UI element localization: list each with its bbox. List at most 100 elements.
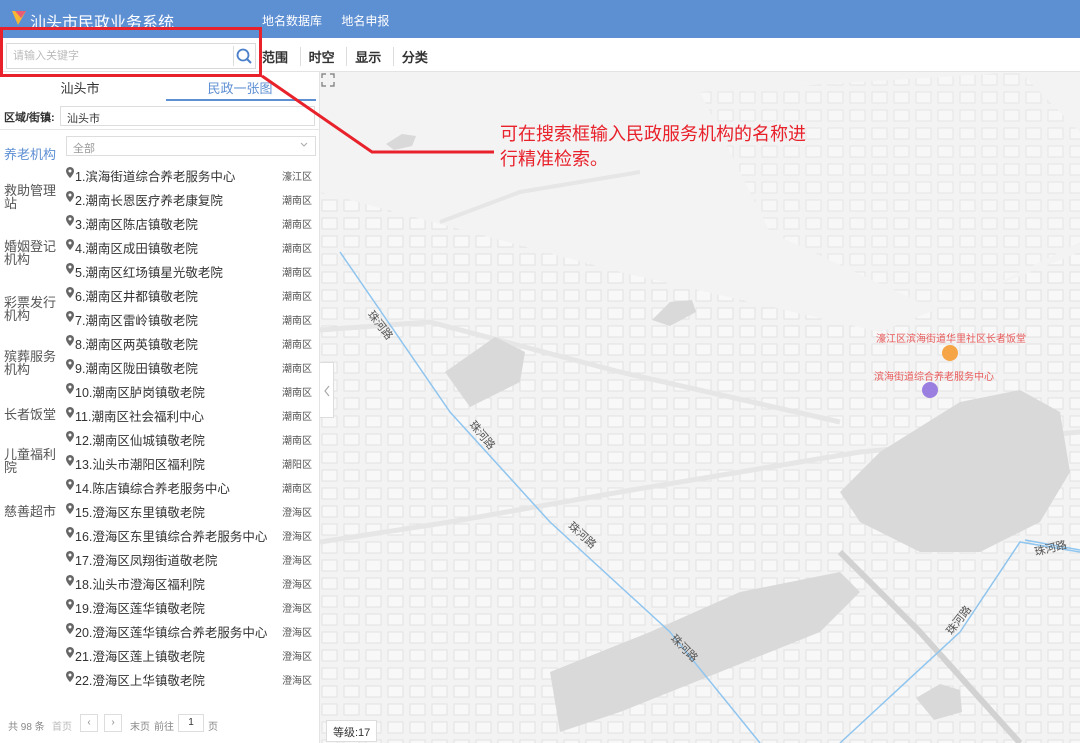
left-panel: 汕头市 民政一张图 区域/街镇: 汕头市 养老机构 救助管理站 婚姻登记机构 彩… bbox=[0, 72, 320, 743]
list-item[interactable]: 10.潮南区胪岗镇敬老院 潮南区 bbox=[64, 378, 320, 402]
facility-district: 潮阳区 bbox=[282, 460, 312, 471]
list-item[interactable]: 22.澄海区上华镇敬老院 澄海区 bbox=[64, 666, 320, 690]
category-relief-station[interactable]: 救助管理站 bbox=[4, 184, 64, 210]
page-unit: 页 bbox=[208, 722, 218, 733]
chevron-left-icon bbox=[324, 385, 330, 397]
poi-label-elderly-center: 滨海街道综合养老服务中心 bbox=[874, 372, 994, 383]
tool-display[interactable]: 显示 bbox=[346, 47, 389, 66]
category-senior-canteen[interactable]: 长者饭堂 bbox=[4, 408, 64, 421]
prev-page-button[interactable]: ‹ bbox=[80, 714, 98, 732]
facility-name: 15.澄海区东里镇敬老院 bbox=[75, 506, 205, 520]
facility-district: 澄海区 bbox=[282, 652, 312, 663]
facility-district: 澄海区 bbox=[282, 508, 312, 519]
list-item[interactable]: 18.汕头市澄海区福利院 澄海区 bbox=[64, 570, 320, 594]
facility-district: 潮南区 bbox=[282, 316, 312, 327]
annotation-callout: 可在搜索框输入民政服务机构的名称进行精准检索。 bbox=[500, 124, 806, 169]
list-item[interactable]: 4.潮南区成田镇敬老院 潮南区 bbox=[64, 234, 320, 258]
location-pin-icon bbox=[66, 479, 74, 490]
list-item[interactable]: 17.澄海区凤翔街道敬老院 澄海区 bbox=[64, 546, 320, 570]
next-page-button[interactable]: › bbox=[104, 714, 122, 732]
last-page-link[interactable]: 末页 bbox=[130, 718, 150, 733]
nav-place-name-database[interactable]: 地名数据库 bbox=[262, 14, 322, 28]
location-pin-icon bbox=[66, 599, 74, 610]
category-child-welfare[interactable]: 儿童福利院 bbox=[4, 448, 64, 474]
facility-name: 20.澄海区莲华镇综合养老服务中心 bbox=[75, 626, 268, 640]
canteen-marker-icon[interactable] bbox=[942, 345, 958, 361]
tool-classify[interactable]: 分类 bbox=[392, 47, 436, 66]
elderly-center-marker-icon[interactable] bbox=[922, 382, 938, 398]
list-item[interactable]: 8.潮南区两英镇敬老院 潮南区 bbox=[64, 330, 320, 354]
facility-name: 12.潮南区仙城镇敬老院 bbox=[75, 434, 205, 448]
location-pin-icon bbox=[66, 191, 74, 202]
facility-name: 9.潮南区陇田镇敬老院 bbox=[75, 362, 198, 376]
list-item[interactable]: 6.潮南区井都镇敬老院 潮南区 bbox=[64, 282, 320, 306]
first-page-link[interactable]: 首页 bbox=[52, 718, 72, 733]
category-marriage-registry[interactable]: 婚姻登记机构 bbox=[4, 240, 64, 266]
facility-district: 濠江区 bbox=[282, 172, 312, 183]
tool-range[interactable]: 范围 bbox=[262, 47, 296, 66]
facility-name: 7.潮南区雷岭镇敬老院 bbox=[75, 314, 198, 328]
search-input[interactable] bbox=[7, 44, 227, 68]
tool-spacetime[interactable]: 时空 bbox=[299, 47, 343, 66]
location-pin-icon bbox=[66, 647, 74, 658]
chevron-down-icon bbox=[300, 142, 308, 147]
facility-district: 潮南区 bbox=[282, 388, 312, 399]
list-item[interactable]: 7.潮南区雷岭镇敬老院 潮南区 bbox=[64, 306, 320, 330]
facility-name: 13.汕头市潮阳区福利院 bbox=[75, 458, 205, 472]
location-pin-icon bbox=[66, 287, 74, 298]
category-charity-store[interactable]: 慈善超市 bbox=[4, 505, 64, 518]
list-item[interactable]: 9.潮南区陇田镇敬老院 潮南区 bbox=[64, 354, 320, 378]
collapse-panel-handle[interactable] bbox=[320, 362, 334, 418]
location-pin-icon bbox=[66, 431, 74, 442]
page-number-input[interactable]: 1 bbox=[178, 714, 204, 732]
facility-name: 14.陈店镇综合养老服务中心 bbox=[75, 482, 230, 496]
facility-district: 澄海区 bbox=[282, 604, 312, 615]
list-item[interactable]: 19.澄海区莲华镇敬老院 澄海区 bbox=[64, 594, 320, 618]
tab-shantou[interactable]: 汕头市 bbox=[0, 78, 160, 97]
facility-district: 潮南区 bbox=[282, 292, 312, 303]
facility-name: 6.潮南区井都镇敬老院 bbox=[75, 290, 198, 304]
map-tools: 范围 时空 显示 分类 bbox=[262, 47, 436, 66]
list-item[interactable]: 3.潮南区陈店镇敬老院 潮南区 bbox=[64, 210, 320, 234]
list-item[interactable]: 13.汕头市潮阳区福利院 潮阳区 bbox=[64, 450, 320, 474]
region-label: 区域/街镇: bbox=[4, 112, 55, 124]
region-value: 汕头市 bbox=[67, 113, 100, 125]
list-item[interactable]: 2.潮南长恩医疗养老康复院 潮南区 bbox=[64, 186, 320, 210]
category-lottery[interactable]: 彩票发行机构 bbox=[4, 296, 64, 322]
category-elderly-care[interactable]: 养老机构 bbox=[4, 148, 64, 161]
facility-name: 22.澄海区上华镇敬老院 bbox=[75, 674, 205, 688]
type-filter-select[interactable]: 全部 bbox=[66, 136, 316, 156]
tab-civil-affairs-map[interactable]: 民政一张图 bbox=[160, 78, 320, 97]
region-select[interactable]: 汕头市 bbox=[60, 106, 315, 126]
facility-district: 潮南区 bbox=[282, 484, 312, 495]
facility-name: 1.滨海街道综合养老服务中心 bbox=[75, 170, 236, 184]
list-item[interactable]: 1.滨海街道综合养老服务中心 濠江区 bbox=[64, 162, 320, 186]
list-item[interactable]: 16.澄海区东里镇综合养老服务中心 澄海区 bbox=[64, 522, 320, 546]
nav-place-name-declaration[interactable]: 地名申报 bbox=[341, 14, 389, 28]
list-item[interactable]: 15.澄海区东里镇敬老院 澄海区 bbox=[64, 498, 320, 522]
list-item[interactable]: 14.陈店镇综合养老服务中心 潮南区 bbox=[64, 474, 320, 498]
divider bbox=[0, 129, 320, 130]
facility-district: 潮南区 bbox=[282, 436, 312, 447]
facility-name: 8.潮南区两英镇敬老院 bbox=[75, 338, 198, 352]
map-toolbar: 范围 时空 显示 分类 bbox=[0, 38, 1080, 72]
list-item[interactable]: 11.潮南区社会福利中心 潮南区 bbox=[64, 402, 320, 426]
list-item[interactable]: 12.潮南区仙城镇敬老院 潮南区 bbox=[64, 426, 320, 450]
region-filter: 区域/街镇: 汕头市 bbox=[0, 104, 320, 128]
list-item[interactable]: 21.澄海区莲上镇敬老院 澄海区 bbox=[64, 642, 320, 666]
location-pin-icon bbox=[66, 239, 74, 250]
list-item[interactable]: 20.澄海区莲华镇综合养老服务中心 澄海区 bbox=[64, 618, 320, 642]
search-box bbox=[6, 43, 256, 69]
search-button[interactable] bbox=[233, 46, 253, 66]
fullscreen-icon[interactable] bbox=[320, 72, 336, 88]
location-pin-icon bbox=[66, 167, 74, 178]
category-funeral[interactable]: 殡葬服务机构 bbox=[4, 350, 64, 376]
location-pin-icon bbox=[66, 263, 74, 274]
map-canvas[interactable]: 珠河路 珠河路 珠河路 珠河路 珠河路 珠河路 濠江区滨海街道华里社区长者饭堂 … bbox=[320, 72, 1080, 743]
list-item[interactable]: 5.潮南区红场镇星光敬老院 潮南区 bbox=[64, 258, 320, 282]
location-pin-icon bbox=[66, 215, 74, 226]
facility-name: 21.澄海区莲上镇敬老院 bbox=[75, 650, 205, 664]
location-pin-icon bbox=[66, 623, 74, 634]
total-count: 共 98 条 bbox=[8, 722, 45, 733]
facility-district: 潮南区 bbox=[282, 220, 312, 231]
